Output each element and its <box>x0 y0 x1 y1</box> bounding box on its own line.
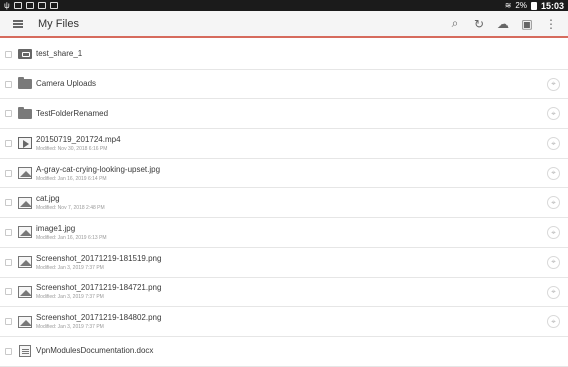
checkbox[interactable] <box>5 288 12 296</box>
checkbox[interactable] <box>5 318 12 326</box>
list-item[interactable]: A-gray-cat-crying-looking-upset.jpg Modi… <box>0 159 568 189</box>
pin-button[interactable]: ⌖ <box>547 137 560 151</box>
file-name: Camera Uploads <box>36 79 97 89</box>
file-name: Screenshot_20171219-184802.png <box>36 313 162 323</box>
video-icon <box>18 137 32 150</box>
list-item[interactable]: test_share_1 <box>0 40 568 70</box>
checkbox[interactable] <box>5 258 12 266</box>
file-name: 20150719_201724.mp4 <box>36 134 121 144</box>
sync-icon: ↻ <box>473 16 485 31</box>
pin-button[interactable]: ⌖ <box>547 166 560 180</box>
list-item[interactable]: Screenshot_20171219-181519.png Modified:… <box>0 248 568 278</box>
toolbar-actions: ⌕ ↻ ☁ ▣ ⋮ <box>448 16 568 31</box>
file-modified: Modified: Jan 16, 2019 6:14 PM <box>36 175 107 182</box>
file-modified: Modified: Jan 16, 2019 6:13 PM <box>36 234 107 241</box>
status-bar: ψ ≋ 2% 15:03 <box>0 0 568 11</box>
sync-button[interactable]: ↻ <box>472 17 486 31</box>
list-item[interactable]: cat.jpg Modified: Nov 7, 2018 2:48 PM ⌖ <box>0 188 568 219</box>
checkbox[interactable] <box>5 169 12 177</box>
file-name: cat.jpg <box>36 194 60 204</box>
file-name: TestFolderRenamed <box>36 108 109 118</box>
notification-icon <box>25 2 34 9</box>
search-icon: ⌕ <box>451 16 459 30</box>
status-bar-notifications: ψ <box>4 1 58 10</box>
pin-button[interactable]: ⌖ <box>547 77 560 91</box>
create-folder-icon: ▣ <box>521 16 533 31</box>
folder-icon <box>18 77 32 90</box>
folder-icon <box>18 106 32 119</box>
list-item[interactable]: Screenshot_20171219-184721.png Modified:… <box>0 278 568 308</box>
file-modified: Modified: Nov 30, 2018 6:16 PM <box>36 145 108 152</box>
checkbox[interactable] <box>5 80 12 88</box>
list-item[interactable]: Screenshot_20171219-184802.png Modified:… <box>0 307 568 337</box>
shared-folder-icon <box>18 49 32 60</box>
pin-icon: ⌖ <box>551 79 556 89</box>
pin-button[interactable]: ⌖ <box>547 196 560 210</box>
app-bar: My Files ⌕ ↻ ☁ ▣ ⋮ <box>0 11 568 38</box>
pin-button[interactable]: ⌖ <box>547 226 560 240</box>
image-icon <box>18 315 32 328</box>
page-title: My Files <box>38 17 79 30</box>
file-name: A-gray-cat-crying-looking-upset.jpg <box>36 164 161 174</box>
pin-button[interactable]: ⌖ <box>547 285 560 299</box>
image-icon <box>18 256 32 269</box>
hamburger-icon <box>13 19 23 28</box>
checkbox[interactable] <box>5 110 12 118</box>
more-vert-icon: ⋮ <box>545 16 557 31</box>
document-icon <box>19 345 31 358</box>
pin-button[interactable]: ⌖ <box>547 315 560 329</box>
pin-icon: ⌖ <box>551 227 556 237</box>
pin-icon: ⌖ <box>551 257 556 267</box>
image-icon <box>18 226 32 239</box>
pin-icon: ⌖ <box>551 316 556 326</box>
checkbox[interactable] <box>5 50 12 58</box>
pin-icon: ⌖ <box>551 197 556 207</box>
battery-percentage: 2% <box>515 1 527 10</box>
clock: 15:03 <box>540 0 564 11</box>
usb-icon: ψ <box>4 1 10 10</box>
list-item[interactable]: Camera Uploads ⌖ <box>0 70 568 100</box>
checkbox[interactable] <box>5 228 12 236</box>
image-icon <box>18 167 32 180</box>
pin-icon: ⌖ <box>551 287 556 296</box>
menu-button[interactable] <box>6 12 30 36</box>
list-item[interactable]: VpnModulesDocumentation.docx <box>0 337 568 367</box>
pin-icon: ⌖ <box>551 168 556 178</box>
pin-icon: ⌖ <box>551 138 556 148</box>
status-bar-system: ≋ 2% 15:03 <box>505 1 564 11</box>
search-button[interactable]: ⌕ <box>448 16 462 31</box>
list-item[interactable]: image1.jpg Modified: Jan 16, 2019 6:13 P… <box>0 218 568 248</box>
file-name: image1.jpg <box>36 223 76 233</box>
file-name: test_share_1 <box>36 49 83 59</box>
new-folder-button[interactable]: ▣ <box>520 17 534 31</box>
notification-icon <box>13 2 22 9</box>
file-list: test_share_1 Camera Uploads ⌖ TestFolder… <box>0 40 568 367</box>
file-modified: Modified: Jan 3, 2019 7:37 PM <box>36 324 104 331</box>
image-icon <box>18 285 32 298</box>
cloud-upload-icon: ☁ <box>497 16 509 31</box>
list-item[interactable]: 20150719_201724.mp4 Modified: Nov 30, 20… <box>0 129 568 159</box>
file-name: Screenshot_20171219-181519.png <box>36 253 162 263</box>
notification-icon <box>37 2 46 9</box>
file-modified: Modified: Nov 7, 2018 2:48 PM <box>36 205 105 212</box>
upload-button[interactable]: ☁ <box>496 17 510 31</box>
more-options-button[interactable]: ⋮ <box>544 17 558 31</box>
checkbox[interactable] <box>5 199 12 207</box>
file-modified: Modified: Jan 3, 2019 7:37 PM <box>36 294 104 301</box>
pin-button[interactable]: ⌖ <box>547 107 560 121</box>
checkbox[interactable] <box>5 139 12 147</box>
battery-icon <box>530 1 537 10</box>
wifi-icon: ≋ <box>504 1 512 10</box>
file-name: Screenshot_20171219-184721.png <box>36 283 162 293</box>
image-icon <box>18 196 32 209</box>
file-modified: Modified: Jan 3, 2019 7:37 PM <box>36 264 104 271</box>
notification-icon <box>49 2 58 9</box>
pin-button[interactable]: ⌖ <box>547 255 560 269</box>
pin-icon: ⌖ <box>551 108 556 118</box>
list-item[interactable]: TestFolderRenamed ⌖ <box>0 99 568 130</box>
checkbox[interactable] <box>5 347 12 355</box>
